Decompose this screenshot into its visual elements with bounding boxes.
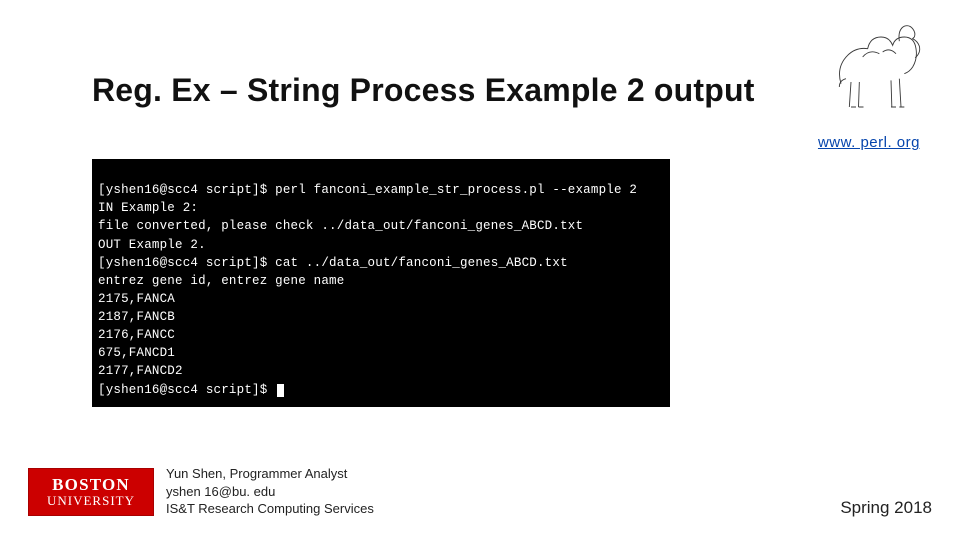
terminal-line: 675,FANCD1 [98,346,175,360]
terminal-line: [yshen16@scc4 script]$ cat ../data_out/f… [98,256,568,270]
terminal-line: 2187,FANCB [98,310,175,324]
terminal-output: [yshen16@scc4 script]$ perl fanconi_exam… [92,159,670,407]
footer-left: BOSTON UNIVERSITY Yun Shen, Programmer A… [28,465,374,518]
terminal-line: file converted, please check ../data_out… [98,219,583,233]
author-email: yshen 16@bu. edu [166,483,374,501]
logo-line-2: UNIVERSITY [47,494,135,508]
slide-title: Reg. Ex – String Process Example 2 outpu… [92,72,755,109]
terminal-line: [yshen16@scc4 script]$ perl fanconi_exam… [98,183,637,197]
terminal-line: 2176,FANCC [98,328,175,342]
semester-label: Spring 2018 [840,498,932,518]
terminal-line: OUT Example 2. [98,238,206,252]
terminal-line: 2177,FANCD2 [98,364,183,378]
terminal-line: 2175,FANCA [98,292,175,306]
camel-icon [826,20,926,114]
boston-university-logo: BOSTON UNIVERSITY [28,468,154,516]
terminal-line: entrez gene id, entrez gene name [98,274,344,288]
terminal-line: IN Example 2: [98,201,198,215]
terminal-cursor-icon [277,384,284,397]
terminal-line: [yshen16@scc4 script]$ [98,383,275,397]
author-block: Yun Shen, Programmer Analyst yshen 16@bu… [166,465,374,518]
author-name: Yun Shen, Programmer Analyst [166,465,374,483]
logo-line-1: BOSTON [52,476,130,494]
author-dept: IS&T Research Computing Services [166,500,374,518]
perl-website-link[interactable]: www. perl. org [818,134,920,151]
slide-footer: BOSTON UNIVERSITY Yun Shen, Programmer A… [28,465,932,518]
